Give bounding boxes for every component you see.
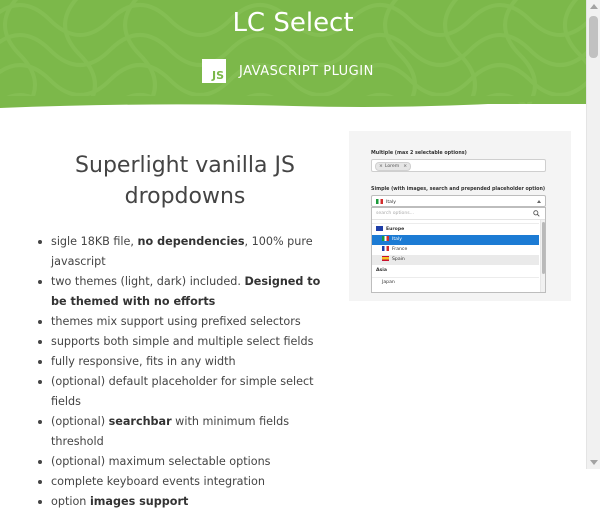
tagline-line-2: dropdowns xyxy=(124,184,246,209)
hero-subtitle: JS JAVASCRIPT PLUGIN xyxy=(202,58,374,84)
chevron-up-icon[interactable] xyxy=(537,200,541,203)
header-wave-divider xyxy=(0,96,586,108)
tagline: Superlight vanilla JS dropdowns xyxy=(60,150,310,212)
option-spain[interactable]: Spain xyxy=(372,255,539,265)
tagline-line-1: Superlight vanilla JS xyxy=(75,153,295,178)
feature-list: sigle 18KB file, no dependencies, 100% p… xyxy=(36,232,336,512)
selected-tag[interactable]: × Lorem × xyxy=(375,162,412,171)
dropdown-search-input[interactable]: search options... xyxy=(372,208,545,220)
divider xyxy=(372,223,539,224)
simple-select-label: Simple (with images, search and prepende… xyxy=(371,187,546,192)
feature-item: complete keyboard events integration xyxy=(36,472,336,492)
spain-flag-icon xyxy=(382,256,389,261)
italy-flag-icon xyxy=(376,199,383,204)
feature-item: (optional) default placeholder for simpl… xyxy=(36,372,336,412)
feature-item: fully responsive, fits in any width xyxy=(36,352,336,372)
feature-item: themes mix support using prefixed select… xyxy=(36,312,336,332)
subtitle-text: JAVASCRIPT PLUGIN xyxy=(239,63,374,79)
eu-flag-icon xyxy=(376,226,383,231)
dropdown-scroll-thumb[interactable] xyxy=(542,222,545,274)
dropdown-scrollbar[interactable] xyxy=(540,220,545,292)
search-placeholder: search options... xyxy=(376,211,415,216)
option-italy[interactable]: Italy xyxy=(372,235,539,245)
multi-select-field[interactable]: × Lorem × xyxy=(371,159,546,172)
feature-item: two themes (light, dark) included. Desig… xyxy=(36,272,336,312)
tag-label: Lorem xyxy=(384,164,400,169)
simple-select-field[interactable]: Italy xyxy=(371,195,546,207)
option-group-asia: Asia xyxy=(376,268,387,273)
search-icon xyxy=(533,210,540,217)
option-japan[interactable]: Japan xyxy=(372,278,539,288)
page-scrollbar[interactable] xyxy=(586,0,600,469)
demo-preview: Multiple (max 2 selectable options) × Lor… xyxy=(349,131,571,301)
feature-item: (optional) searchbar with minimum fields… xyxy=(36,412,336,452)
option-france[interactable]: France xyxy=(372,245,539,255)
scroll-thumb[interactable] xyxy=(589,16,598,58)
feature-item: (optional) maximum selectable options xyxy=(36,452,336,472)
feature-item: option images support xyxy=(36,492,336,512)
feature-item: sigle 18KB file, no dependencies, 100% p… xyxy=(36,232,336,272)
close-icon[interactable]: × xyxy=(403,164,407,169)
multi-select-label: Multiple (max 2 selectable options) xyxy=(371,151,467,156)
scroll-down-arrow-icon[interactable] xyxy=(590,460,598,465)
france-flag-icon xyxy=(382,246,389,251)
option-group-europe: Europe xyxy=(372,225,539,235)
selected-value: Italy xyxy=(386,200,396,205)
italy-flag-icon xyxy=(382,236,389,241)
scroll-up-arrow-icon[interactable] xyxy=(590,4,598,9)
remove-tag-close-icon[interactable]: × xyxy=(379,164,383,169)
js-logo: JS xyxy=(202,59,226,83)
select-dropdown: search options... Europe Italy France Sp… xyxy=(371,207,546,293)
hero-header: LC Select JS JAVASCRIPT PLUGIN xyxy=(0,0,586,104)
page-title: LC Select xyxy=(232,8,354,38)
feature-item: supports both simple and multiple select… xyxy=(36,332,336,352)
